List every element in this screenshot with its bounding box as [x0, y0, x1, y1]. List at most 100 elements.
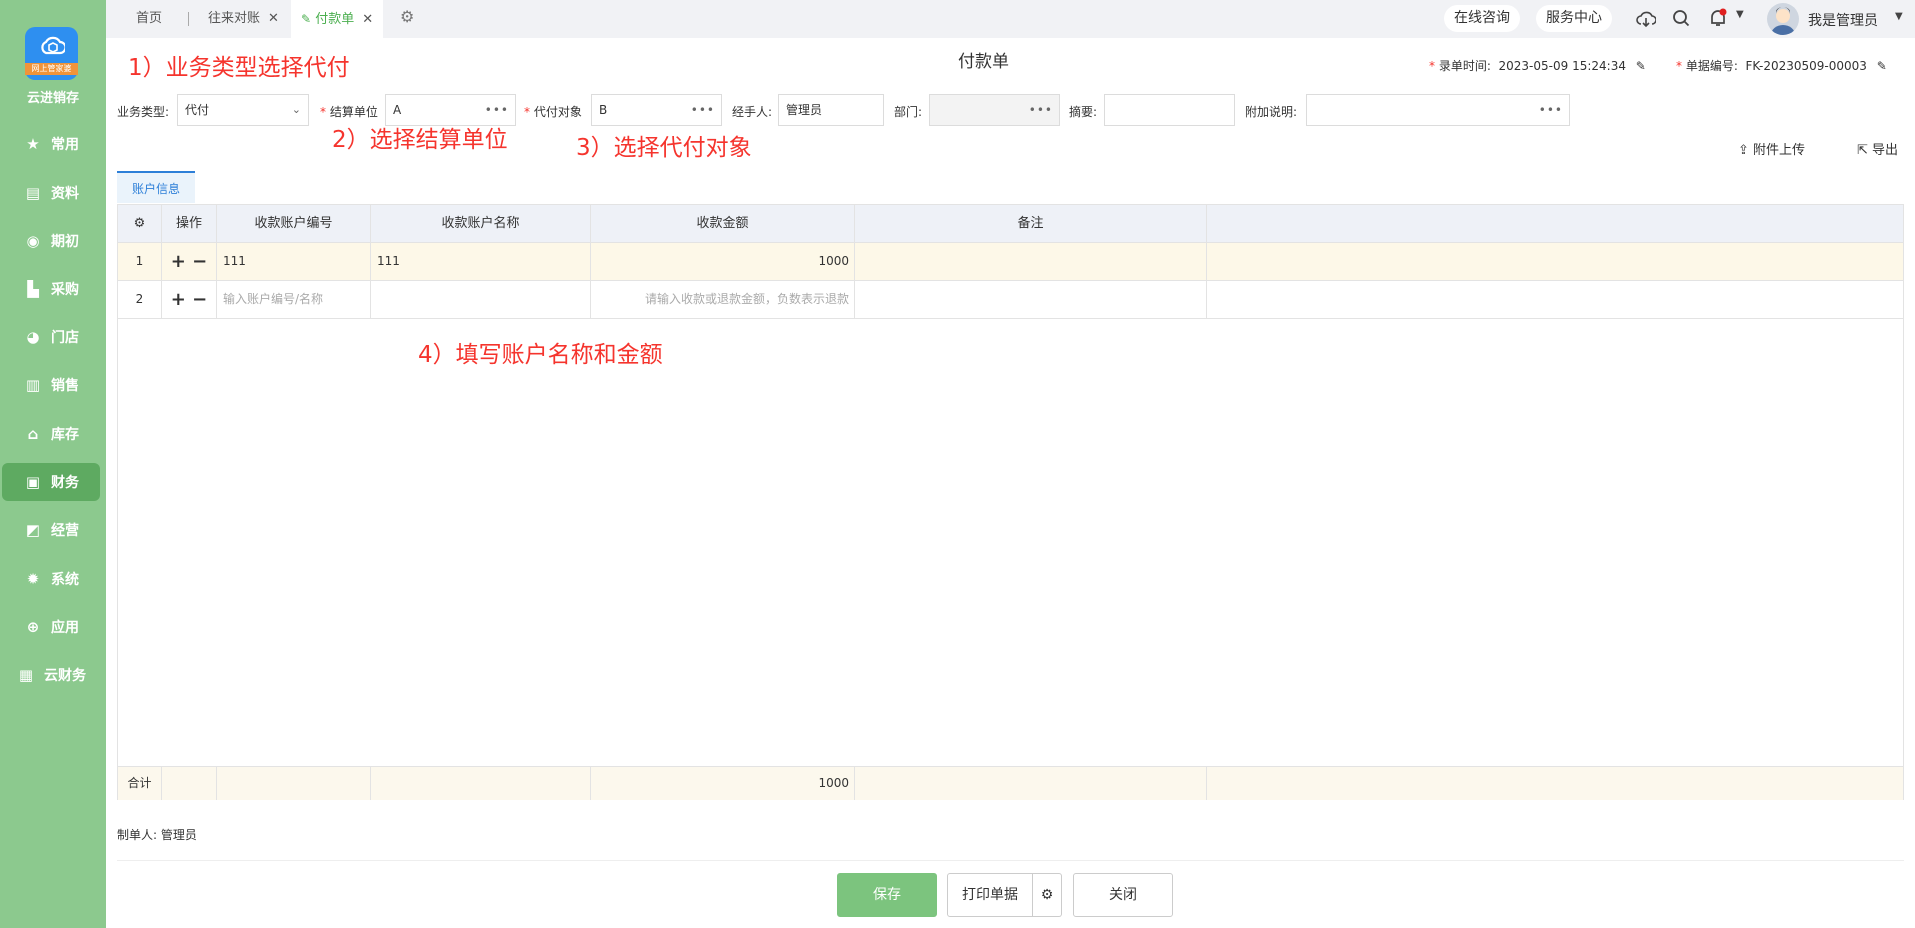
service-center-button[interactable]: 服务中心 [1536, 5, 1612, 32]
table-row[interactable]: 1 + − 111 111 1000 [118, 243, 1903, 281]
sidebar-item-operation[interactable]: ◩ 经营 [2, 511, 100, 549]
edit-icon[interactable]: ✎ [1636, 59, 1646, 73]
account-name-cell[interactable]: 111 [371, 243, 591, 280]
maker-label: 制单人: [117, 828, 158, 842]
agent-target-field[interactable]: B ••• [591, 94, 722, 126]
more-icon[interactable]: ••• [1539, 95, 1563, 125]
amount-input[interactable]: 请输入收款或退款金额，负数表示退款 [591, 281, 855, 318]
target-icon: ◉ [26, 232, 40, 250]
tab-settings-icon[interactable]: ⚙ [400, 7, 414, 26]
save-button[interactable]: 保存 [837, 873, 937, 917]
biz-type-label: 业务类型: [117, 105, 170, 119]
account-code-input[interactable]: 输入账户编号/名称 [217, 281, 371, 318]
settle-unit-field[interactable]: A ••• [385, 94, 516, 126]
main-content: 1）业务类型选择代付 2）选择结算单位 3）选择代付对象 4）填写账户名称和金额… [106, 38, 1915, 928]
sidebar-item-apps[interactable]: ⊕ 应用 [2, 608, 100, 646]
logo-ribbon: 网上管家婆 [25, 63, 78, 75]
settle-unit-label-text: 结算单位 [329, 105, 378, 119]
chevron-down-icon: ⌄ [291, 103, 302, 116]
dept-label: 部门: [894, 105, 923, 119]
add-row-icon[interactable]: + [171, 251, 186, 272]
remark-cell[interactable] [855, 243, 1207, 280]
online-consult-button[interactable]: 在线咨询 [1444, 5, 1520, 32]
column-header-amount: 收款金额 [591, 205, 855, 242]
sidebar-item-label: 期初 [51, 234, 79, 250]
tab-account-info[interactable]: 账户信息 [117, 171, 195, 203]
settle-unit-label: * 结算单位 [320, 105, 378, 119]
sidebar-item-label: 资料 [51, 186, 79, 202]
settle-unit-value: A [393, 103, 402, 117]
tab-label: 付款单 [315, 12, 355, 27]
handler-field[interactable]: 管理员 [778, 94, 884, 126]
record-time: * 录单时间: 2023-05-09 15:24:34 ✎ [1429, 59, 1646, 73]
remove-row-icon[interactable]: − [192, 289, 207, 310]
remove-row-icon[interactable]: − [192, 251, 207, 272]
chevron-down-icon[interactable]: ▼ [1895, 11, 1903, 22]
export-button[interactable]: ⇱ 导出 [1857, 139, 1898, 158]
tab-payment[interactable]: ✎ 付款单 ✕ [291, 0, 384, 38]
tab-divider [188, 12, 189, 26]
user-name[interactable]: 我是管理员 [1808, 10, 1878, 30]
total-label: 合计 [118, 767, 162, 800]
tab-home[interactable]: 首页 [136, 0, 162, 38]
account-name-input[interactable] [371, 281, 591, 318]
edit-icon[interactable]: ✎ [1877, 59, 1887, 73]
table-row[interactable]: 2 + − 输入账户编号/名称 请输入收款或退款金额，负数表示退款 [118, 281, 1903, 319]
maker: 制单人: 管理员 [117, 826, 197, 843]
avatar[interactable] [1767, 3, 1799, 35]
sidebar-item-finance[interactable]: ▣ 财务 [2, 463, 100, 501]
close-icon[interactable]: ✕ [362, 12, 373, 27]
biz-type-select[interactable]: 代付 ⌄ [177, 94, 309, 126]
row-number: 2 [118, 281, 162, 318]
sidebar-item-label: 系统 [51, 572, 79, 588]
sidebar-item-system[interactable]: ✹ 系统 [2, 560, 100, 598]
more-icon[interactable]: ••• [691, 95, 715, 125]
search-icon[interactable] [1672, 9, 1690, 27]
column-header-account-code: 收款账户编号 [217, 205, 371, 242]
tab-bar: 首页 往来对账 ✕ ✎ 付款单 ✕ ⚙ 在线咨询 服务中心 ▼ 我是管理员 ▼ [106, 0, 1915, 38]
sidebar-item-purchase[interactable]: ▙ 采购 [2, 270, 100, 308]
annotation-step-3: 3）选择代付对象 [576, 135, 752, 161]
column-header-account-name: 收款账户名称 [371, 205, 591, 242]
tab-reconcile[interactable]: 往来对账 ✕ [208, 0, 279, 38]
more-icon: ••• [1028, 103, 1053, 117]
sidebar-item-sales[interactable]: ▥ 销售 [2, 366, 100, 404]
sidebar-item-store[interactable]: ◕ 门店 [2, 318, 100, 356]
sidebar-item-opening[interactable]: ◉ 期初 [2, 222, 100, 260]
gear-icon: ✹ [26, 570, 40, 588]
cloud-download-icon[interactable] [1636, 10, 1656, 28]
row-actions: + − [162, 281, 217, 318]
pie-icon: ◕ [26, 328, 40, 346]
table-footer: 合计 1000 [118, 766, 1903, 800]
summary-field[interactable] [1104, 94, 1235, 126]
doc-number-label: 单据编号: [1685, 59, 1738, 73]
amount-cell[interactable]: 1000 [591, 243, 855, 280]
bell-icon[interactable] [1708, 8, 1728, 28]
print-button[interactable]: 打印单据 [947, 873, 1033, 917]
plus-icon: ⊕ [26, 618, 40, 636]
record-time-label: 录单时间: [1438, 59, 1491, 73]
chart-icon: ▥ [25, 376, 41, 394]
more-icon[interactable]: ••• [485, 95, 509, 125]
upload-label: 附件上传 [1753, 143, 1806, 158]
close-button[interactable]: 关闭 [1073, 873, 1173, 917]
sidebar-item-cloud-finance[interactable]: ▦ 云财务 [2, 656, 100, 694]
app-logo[interactable]: 网上管家婆 [25, 27, 78, 80]
agent-target-label: * 代付对象 [524, 105, 582, 119]
doc-number-value: FK-20230509-00003 [1745, 59, 1867, 73]
footer-cell [217, 767, 371, 800]
sidebar-item-data[interactable]: ▤ 资料 [2, 174, 100, 212]
sidebar-item-label: 销售 [51, 378, 79, 394]
add-row-icon[interactable]: + [171, 289, 186, 310]
column-settings-icon[interactable]: ⚙ [118, 205, 162, 242]
remark-input[interactable] [855, 281, 1207, 318]
upload-attachment-button[interactable]: ⇪ 附件上传 [1738, 139, 1805, 158]
account-code-cell[interactable]: 111 [217, 243, 371, 280]
print-settings-icon[interactable]: ⚙ [1033, 873, 1062, 917]
sidebar-item-common[interactable]: ★ 常用 [2, 125, 100, 163]
chevron-down-icon[interactable]: ▼ [1736, 9, 1744, 20]
column-header-remark: 备注 [855, 205, 1207, 242]
sidebar-item-inventory[interactable]: ⌂ 库存 [2, 415, 100, 453]
close-icon[interactable]: ✕ [268, 11, 279, 26]
note-field[interactable]: ••• [1306, 94, 1570, 126]
